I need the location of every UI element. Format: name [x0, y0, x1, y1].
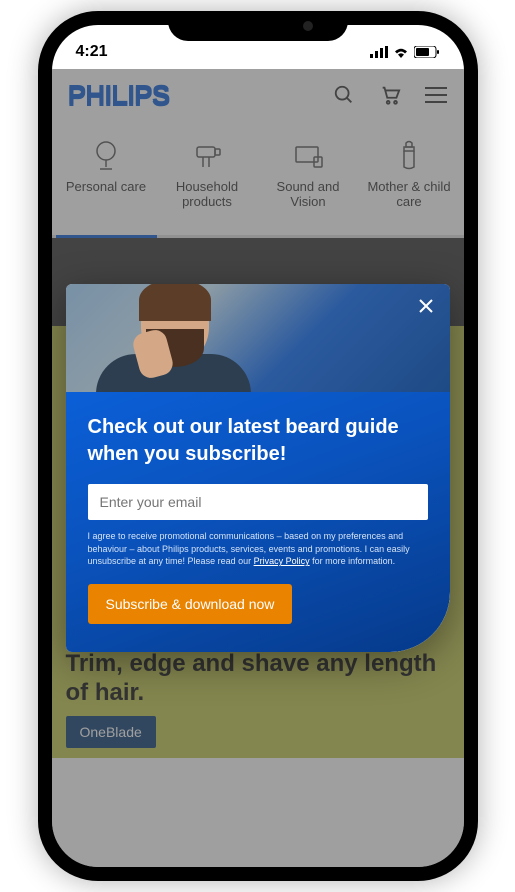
- close-icon[interactable]: [412, 292, 440, 320]
- phone-notch: [168, 11, 348, 41]
- status-icons: [370, 46, 440, 58]
- page-content: PHILIPS: [52, 69, 464, 867]
- email-field[interactable]: [88, 484, 428, 520]
- modal-title: Check out our latest beard guide when yo…: [88, 414, 428, 468]
- subscribe-modal: Check out our latest beard guide when yo…: [66, 284, 450, 652]
- consent-part2: for more information.: [310, 556, 396, 566]
- phone-screen: 4:21 PHILIPS: [52, 25, 464, 867]
- privacy-policy-link[interactable]: Privacy Policy: [254, 556, 310, 566]
- modal-hero-image: [66, 284, 450, 392]
- wifi-icon: [393, 46, 409, 58]
- signal-icon: [370, 46, 388, 58]
- consent-text: I agree to receive promotional communica…: [88, 530, 428, 568]
- subscribe-button[interactable]: Subscribe & download now: [88, 584, 293, 624]
- phone-frame: 4:21 PHILIPS: [38, 11, 478, 881]
- modal-body: Check out our latest beard guide when yo…: [66, 392, 450, 652]
- man-photo: [96, 284, 266, 392]
- status-time: 4:21: [76, 43, 370, 61]
- battery-icon: [414, 46, 440, 58]
